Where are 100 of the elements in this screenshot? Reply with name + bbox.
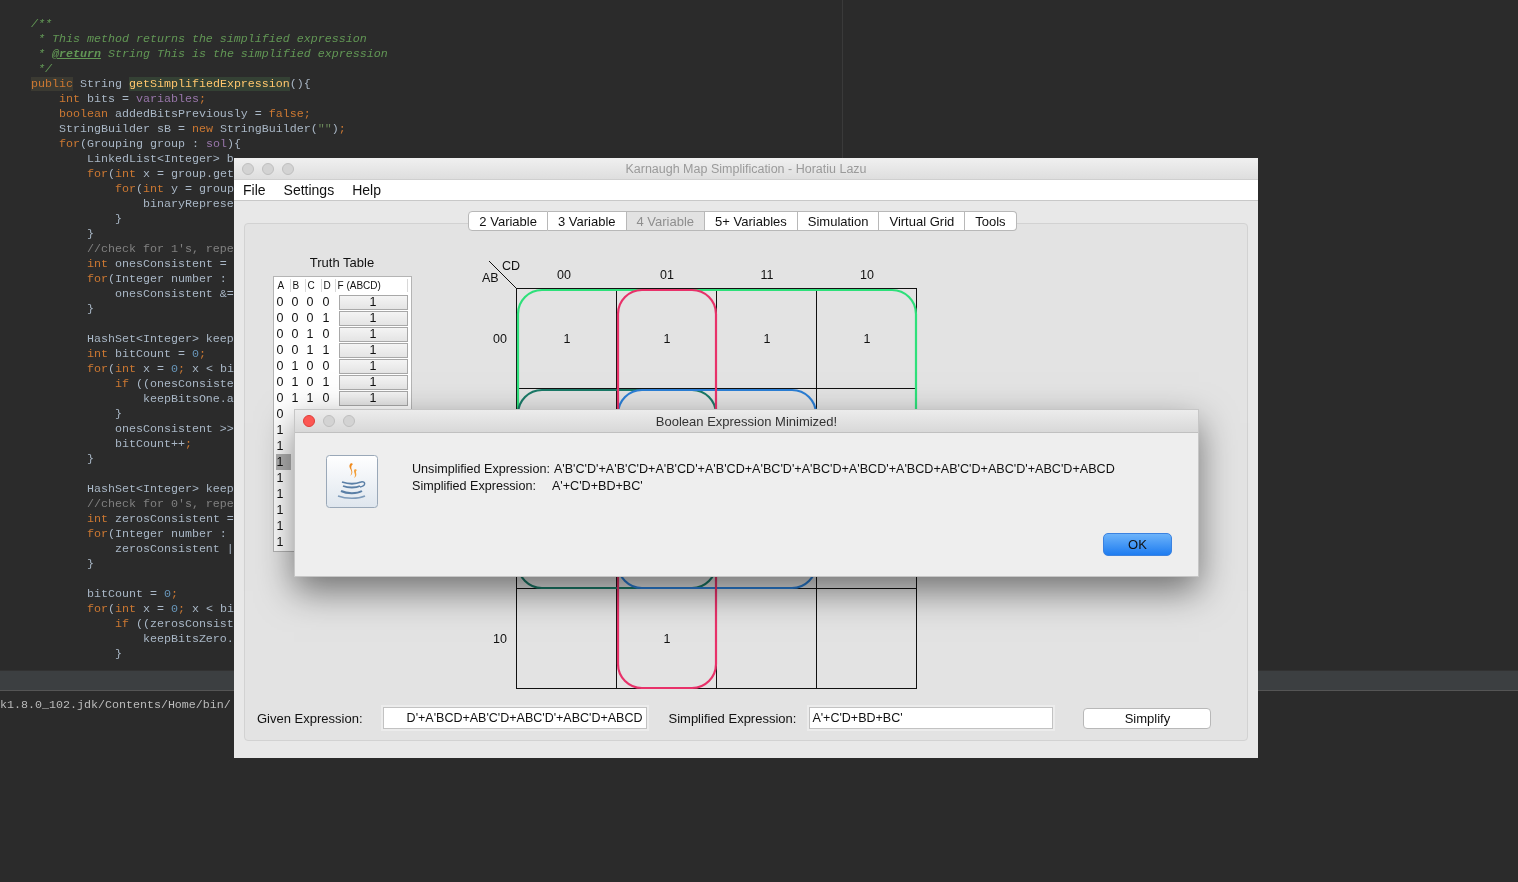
tab[interactable]: Virtual Grid [879,211,966,231]
menu-item[interactable]: File [243,182,266,198]
code-line: } [113,647,122,662]
code-line: boolean addedBitsPreviously = false; [57,107,311,122]
cell-value: 1 [662,331,672,348]
table-cell-text: 0 [321,358,331,374]
tab[interactable]: 2 Variable [468,211,548,231]
cell-value: 1 [762,331,772,348]
code-line: binaryReprese [141,197,234,212]
column-label: 00 [557,267,571,282]
column-header: A [275,279,291,292]
minimize-button[interactable] [323,415,335,427]
table-cell-text: 1 [321,342,331,358]
table-cell-text: 1 [275,518,285,534]
column-label: 11 [760,267,774,282]
cell-value: 1 [862,331,872,348]
code-line: } [85,557,94,572]
code-line: for(Integer number : [85,272,227,287]
code-line: * This method returns the simplified expression [37,32,367,47]
table-cell-text: 0 [321,294,331,310]
truth-table-title: Truth Table [309,255,375,272]
tab[interactable]: 3 Variable [547,211,627,231]
minimize-button[interactable] [262,163,274,175]
zoom-button[interactable] [343,415,355,427]
code-line: for(int y = group [113,182,234,197]
zoom-button[interactable] [282,163,294,175]
row-label: 10 [493,632,507,646]
code-line: } [113,407,122,422]
table-cell-text: 0 [290,294,300,310]
axis-label: CD [502,259,521,273]
code-line: HashSet<Integer> keep [85,332,234,347]
message-label: Simplified Expression: [412,479,536,493]
table-cell-text: 0 [275,294,285,310]
simplify-button[interactable]: Simplify [1083,707,1212,729]
table-cell-text: 1 [275,438,285,454]
tab[interactable]: 5+ Variables [705,211,798,231]
code-line: int onesConsistent = [85,257,227,272]
tab[interactable]: Simulation [797,211,880,231]
given-expression-field[interactable]: D'+A'BCD+AB'C'D+ABC'D'+ABC'D+ABCD [382,707,647,729]
code-line: } [113,212,122,227]
code-line: if ((zerosConsist [113,617,234,632]
table-cell-text: 0 [275,374,285,390]
table-cell-text: 1 [290,374,300,390]
table-cell: 1 [275,454,291,470]
cell-value: 1 [662,631,672,648]
code-line: /** [31,17,52,32]
code-line: onesConsistent >> [113,422,234,437]
table-cell-text: 1 [275,486,285,502]
close-button[interactable] [303,415,315,427]
message-label: Unsimplified Expression: [412,462,550,476]
code-line: public String getSimplifiedExpression(){ [31,77,311,92]
output-toggle[interactable]: 1 [338,326,408,342]
code-line: //check for 0's, repe [85,497,234,512]
table-cell-text: 0 [290,342,300,358]
column-header: B [290,279,306,292]
code-line: //check for 1's, repe [85,242,234,257]
table-cell-text: 0 [275,358,285,374]
column-header: D [321,279,336,292]
tab[interactable]: Tools [965,211,1017,231]
code-line: keepBitsZero. [141,632,234,647]
table-cell-text: 0 [275,342,285,358]
table-cell-text: 1 [275,422,285,438]
table-cell-text: 0 [275,390,285,406]
table-cell-text: 0 [305,310,315,326]
output-toggle[interactable]: 1 [338,342,408,358]
output-toggle[interactable]: 1 [338,310,408,326]
table-cell-text: 0 [290,326,300,342]
table-cell-text: 0 [305,294,315,310]
row-label: 00 [493,332,507,346]
simplified-expression-field[interactable]: A'+C'D+BD+BC' [809,707,1054,729]
table-cell-text: 1 [275,502,285,518]
field-label: Given Expression: [257,710,363,726]
table-cell-text: 1 [305,342,315,358]
expression-text: A'+C'D+BD+BC' [551,479,643,493]
code-line: bitCount++; [113,437,192,452]
close-button[interactable] [242,163,254,175]
table-cell-text: 0 [321,326,331,342]
table-cell-text: 1 [321,374,331,390]
table-cell-text: 0 [275,406,285,422]
ok-button[interactable]: OK [1103,533,1172,556]
output-toggle[interactable]: 1 [338,294,408,310]
menu-item[interactable]: Help [352,182,381,198]
code-line: StringBuilder sB = new StringBuilder(""); [57,122,346,137]
table-cell-text: 1 [321,310,331,326]
code-line: */ [37,62,52,77]
output-toggle[interactable]: 1 [338,374,408,390]
table-cell-text: 0 [275,326,285,342]
window-title: Karnaugh Map Simplification - Horatiu Lazu [625,161,867,176]
column-label: 01 [660,267,674,282]
code-line: for(Integer number : [85,527,227,542]
code-line: * @return String This is the simplified expression [37,47,388,62]
code-line: int bitCount = 0; [85,347,206,362]
menu-item[interactable]: Settings [283,182,335,198]
table-cell-text: 0 [305,358,315,374]
output-toggle[interactable]: 1 [338,390,408,406]
code-line: LinkedList<Integer> b [85,152,234,167]
cell-value: 1 [562,331,572,348]
table-cell-text: 1 [290,390,300,406]
output-toggle[interactable]: 1 [338,358,408,374]
code-line: int zerosConsistent = [85,512,234,527]
